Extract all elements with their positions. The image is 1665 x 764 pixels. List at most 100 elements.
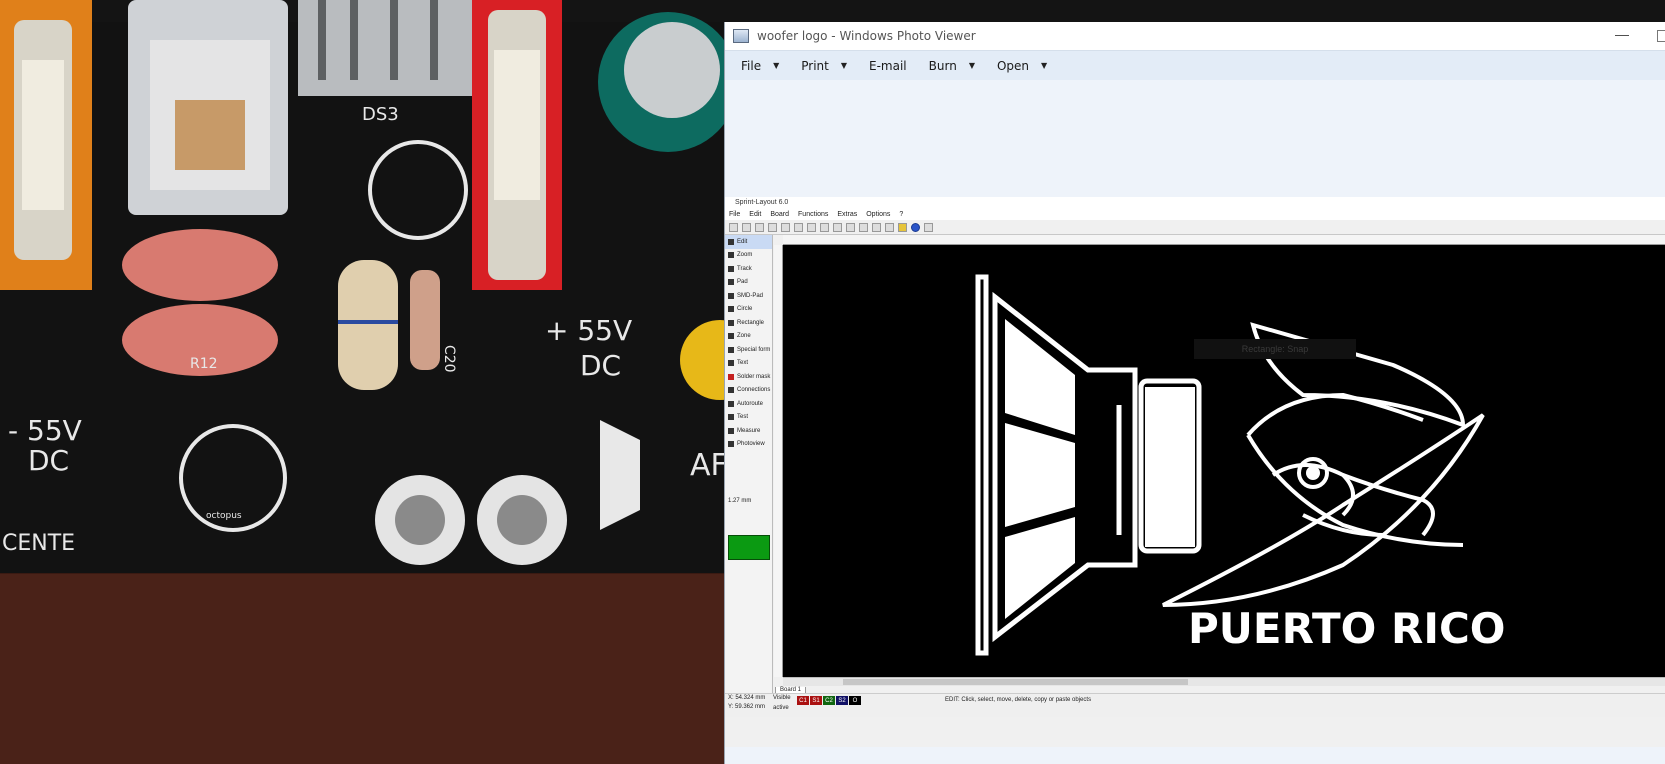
menu-label: File	[741, 58, 762, 73]
coord-x: X: 54.324 mm	[728, 695, 766, 701]
mirror-icon	[859, 222, 868, 232]
tool-connections: Connections	[725, 384, 772, 398]
tool-label: Connections	[737, 387, 771, 394]
layer-s1: S1	[810, 696, 822, 705]
tool-photoview: Photoview	[725, 438, 772, 452]
visible-label: Visible	[773, 695, 791, 701]
pcb-label-ds3: DS3	[362, 104, 399, 125]
track-icon	[728, 265, 734, 272]
ruler-top	[783, 235, 1665, 245]
window-titlebar[interactable]: woofer logo - Windows Photo Viewer —	[725, 22, 1665, 50]
open-folder-icon	[742, 222, 751, 232]
chevron-down-icon[interactable]: ▼	[841, 61, 847, 70]
tool-label: Autoroute	[737, 400, 764, 407]
tool-track: Track	[725, 262, 772, 276]
pad-icon	[728, 279, 734, 286]
minimize-button[interactable]: —	[1615, 26, 1629, 42]
tool-measure: Measure	[725, 424, 772, 438]
text-icon	[728, 360, 734, 367]
tool-label: Special form	[737, 346, 771, 353]
info-icon	[911, 222, 920, 232]
pcb-label-dc-left: DC	[28, 444, 69, 477]
sl-menu-edit: Edit	[749, 211, 762, 218]
menu-label: Open	[996, 58, 1030, 73]
scrollbar-thumb	[843, 679, 1188, 685]
tool-label: Photoview	[737, 441, 765, 448]
maximize-button[interactable]	[1657, 30, 1665, 42]
menu-burn[interactable]: Burn ▼	[929, 59, 975, 73]
redo-icon	[794, 222, 803, 232]
pcb-canvas: PUERTO RICO Rectangle: Snap	[783, 245, 1665, 677]
photoview-icon	[728, 441, 734, 448]
tool-autoroute: Autoroute	[725, 397, 772, 411]
rectangle-icon	[728, 319, 734, 326]
pcb-label-octopus: octopus	[206, 511, 242, 521]
sl-menu-functions: Functions	[798, 211, 829, 218]
tool-label: Solder mask	[737, 373, 771, 380]
group-icon	[885, 222, 894, 232]
tool-special-form: Special form	[725, 343, 772, 357]
layer-c1: C1	[797, 696, 809, 705]
displayed-image: Sprint-Layout 6.0 File Edit Board Functi…	[725, 197, 1665, 747]
circle-icon	[728, 306, 734, 313]
settings-icon	[924, 222, 933, 232]
chevron-down-icon[interactable]: ▼	[1041, 61, 1047, 70]
menu-label: Print	[801, 58, 829, 73]
tool-label: Rectangle	[737, 319, 765, 326]
photo-viewer-app-icon	[733, 29, 749, 43]
sl-tool-panel: Edit Zoom Track Pad SMD-Pad Circle Recta…	[725, 235, 773, 705]
menu-label: Burn	[928, 58, 957, 73]
tool-label: Pad	[737, 279, 748, 286]
align-icon	[872, 222, 881, 232]
coord-y: Y: 59.362 mm	[728, 704, 766, 710]
menu-email[interactable]: E-mail	[869, 59, 907, 73]
copy-icon	[820, 222, 829, 232]
tool-label: Measure	[737, 427, 761, 434]
pcb-label-ar: AF	[690, 448, 728, 483]
tool-label: Test	[737, 414, 749, 421]
artwork-text-puerto-rico: PUERTO RICO	[1188, 604, 1506, 653]
paste-icon	[833, 222, 842, 232]
autoroute-icon	[728, 400, 734, 407]
menu-print[interactable]: Print ▼	[801, 59, 847, 73]
active-label: active	[773, 705, 789, 711]
layer-s2: S2	[836, 696, 848, 705]
sl-statusbar: X: 54.324 mm Y: 59.362 mm Visible active…	[725, 693, 1665, 717]
tool-circle: Circle	[725, 303, 772, 317]
tool-pad: Pad	[725, 276, 772, 290]
tool-label: Text	[737, 360, 749, 367]
solder-mask-icon	[728, 373, 734, 380]
tool-text: Text	[725, 357, 772, 371]
layer-toggles: C1 S1 C2 S2 O	[797, 696, 861, 705]
chevron-down-icon[interactable]: ▼	[969, 61, 975, 70]
grid-value: 1.27 mm	[728, 498, 752, 504]
layer-color-swatch	[728, 535, 770, 560]
woofer-logo-artwork: PUERTO RICO	[975, 274, 1506, 656]
cut-icon	[807, 222, 816, 232]
sl-menu-file: File	[729, 211, 741, 218]
tool-rectangle: Rectangle	[725, 316, 772, 330]
pcb-label-c20: C20	[441, 345, 457, 373]
layer-o: O	[849, 696, 861, 705]
horizontal-scrollbar	[783, 677, 1665, 686]
magnifier-icon	[728, 252, 734, 259]
sl-menu-options: Options	[866, 211, 891, 218]
sl-title: Sprint-Layout 6.0	[725, 197, 1665, 209]
zone-icon	[728, 333, 734, 340]
image-display-area[interactable]: Sprint-Layout 6.0 File Edit Board Functi…	[725, 80, 1665, 764]
sl-menu-board: Board	[770, 211, 790, 218]
status-hint: EDIT: Click, select, move, delete, copy …	[945, 697, 1092, 703]
menu-open[interactable]: Open ▼	[997, 59, 1047, 73]
ghost-tooltip: Rectangle: Snap	[1194, 339, 1356, 359]
menu-file[interactable]: File ▼	[741, 59, 779, 73]
menu-label: E-mail	[869, 58, 907, 73]
rotate-icon	[846, 222, 855, 232]
chevron-down-icon[interactable]: ▼	[773, 61, 779, 70]
save-icon	[755, 222, 764, 232]
command-bar: File ▼ Print ▼ E-mail Burn ▼ Open ▼	[725, 50, 1665, 80]
tool-zoom: Zoom	[725, 249, 772, 263]
cursor-icon	[728, 238, 734, 245]
photo-viewer-window[interactable]: woofer logo - Windows Photo Viewer — Fil…	[724, 22, 1665, 764]
tool-edit: Edit	[725, 235, 772, 249]
window-title: woofer logo - Windows Photo Viewer	[757, 29, 976, 43]
